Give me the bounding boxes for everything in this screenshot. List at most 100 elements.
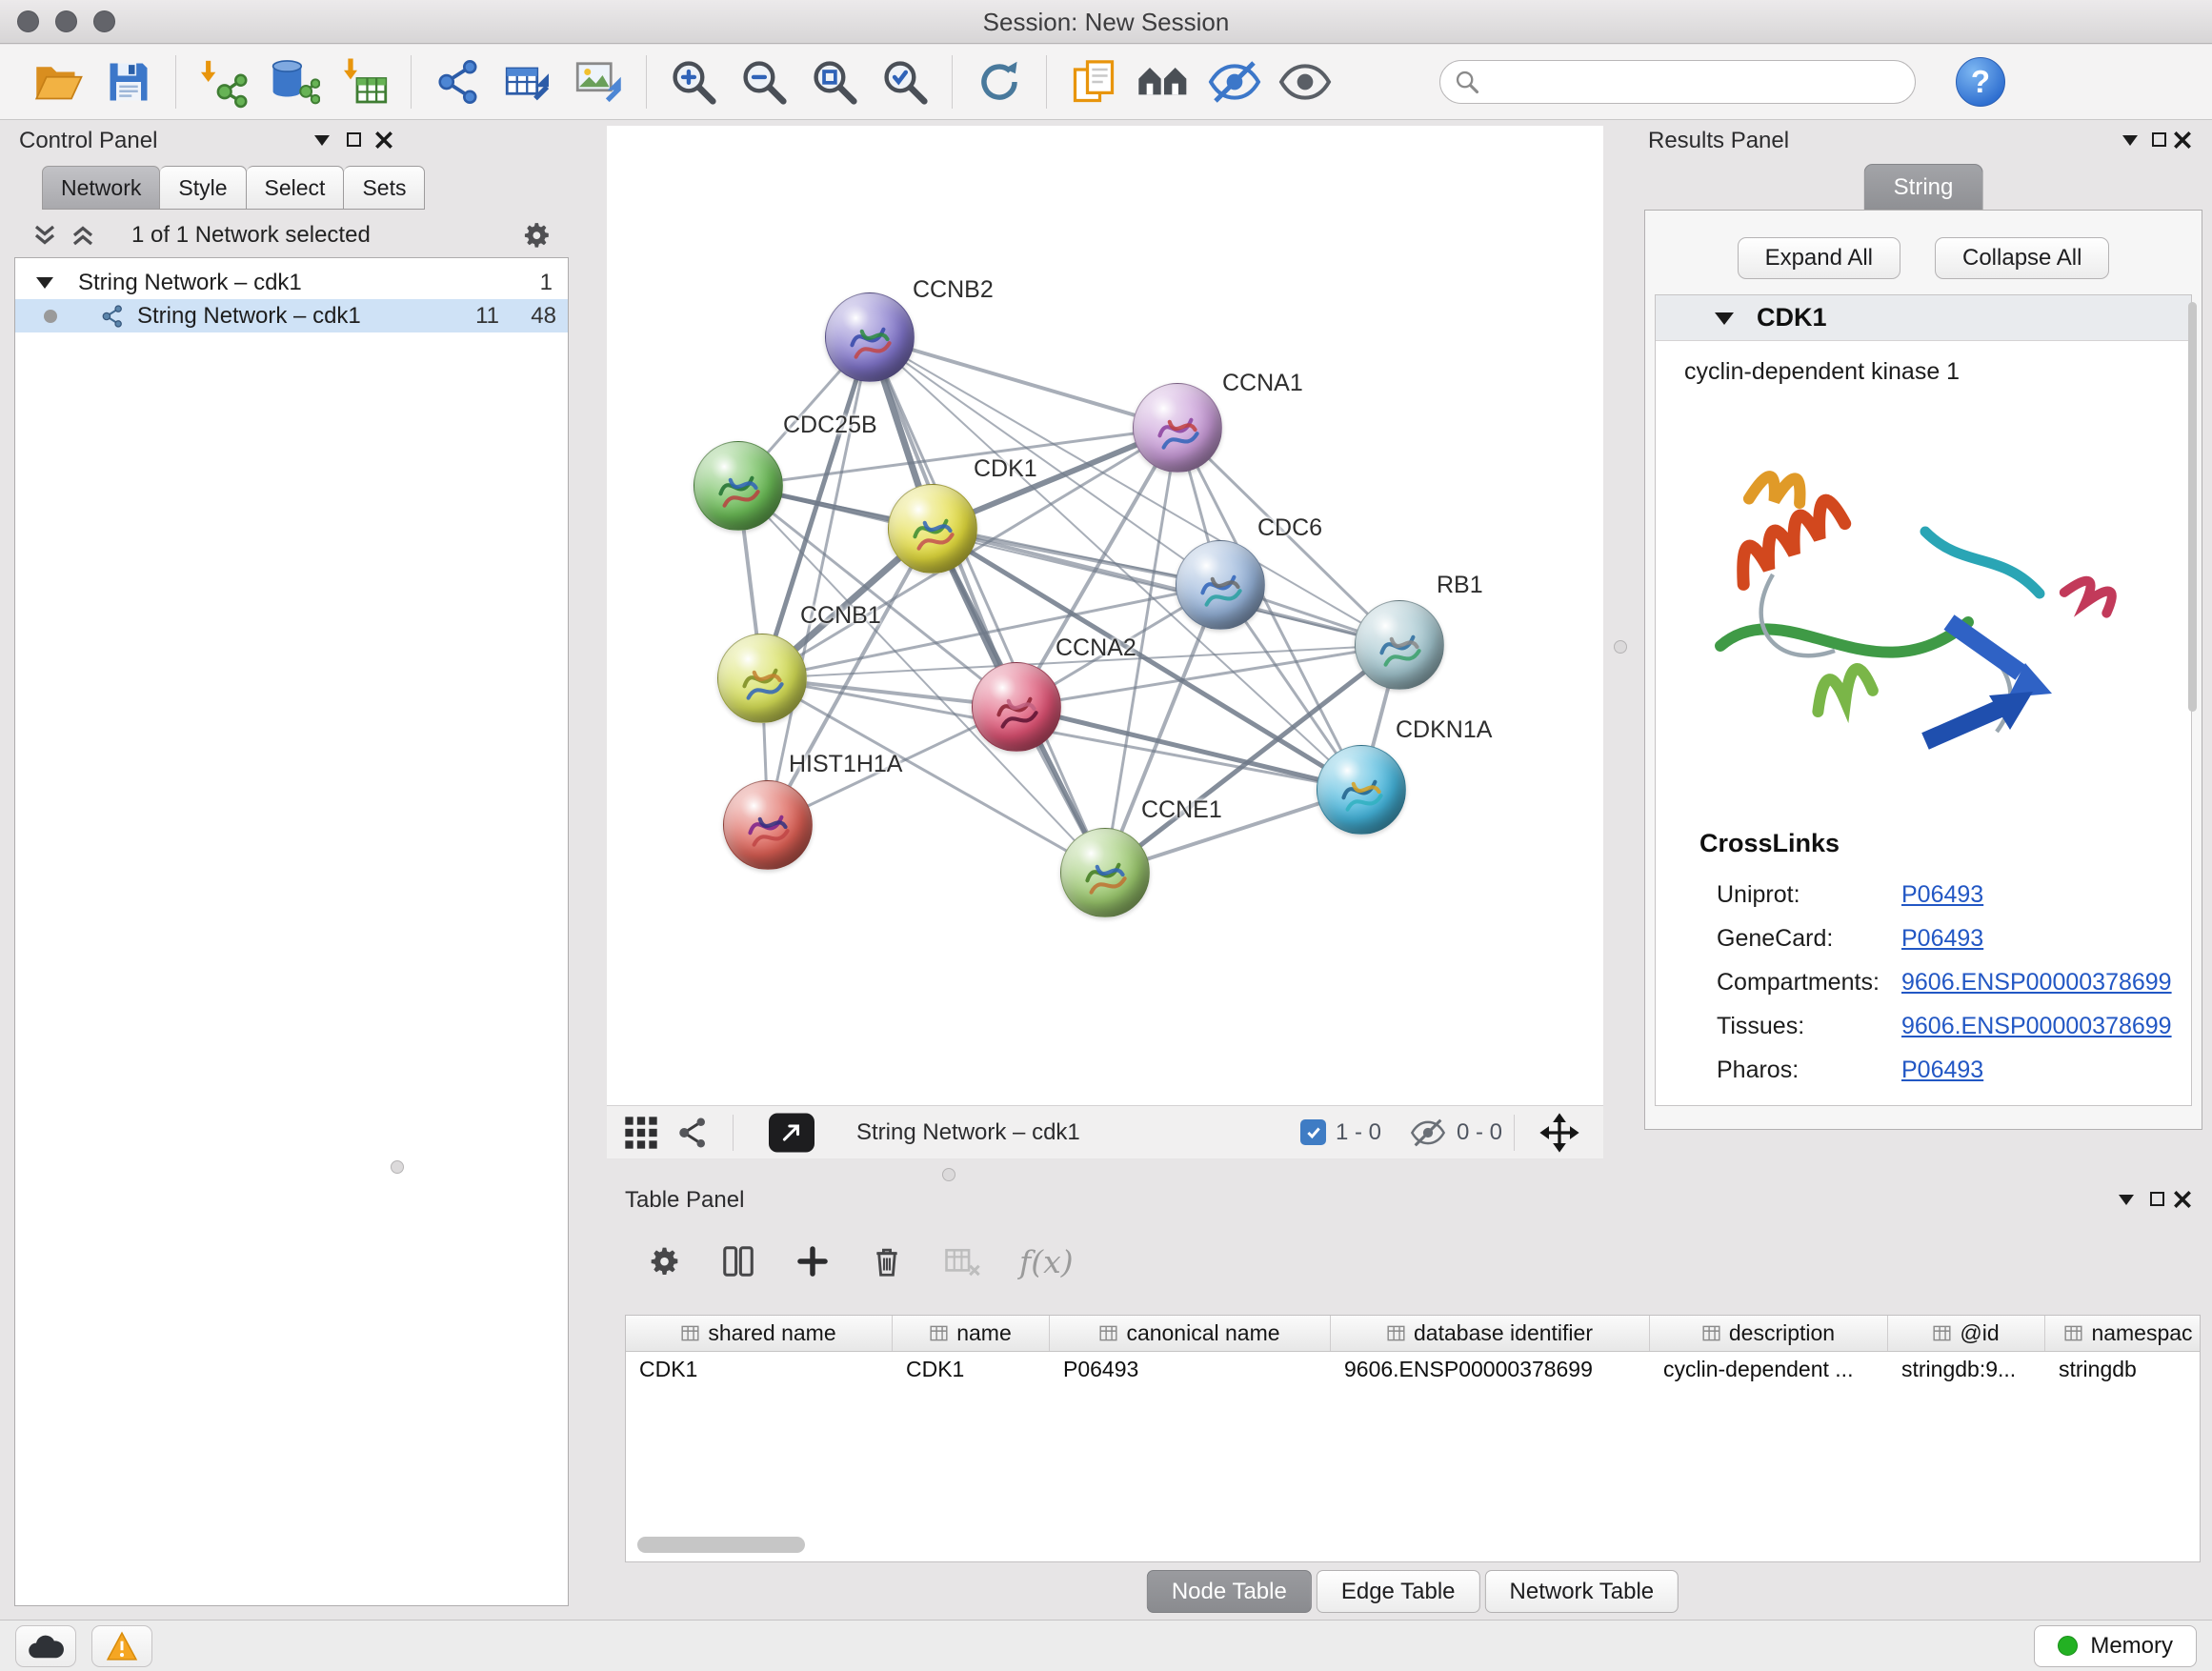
tab-node-table[interactable]: Node Table [1147, 1570, 1312, 1613]
network-node-CCNA1[interactable] [1133, 383, 1222, 473]
delete-column-icon[interactable] [869, 1243, 905, 1279]
float-panel-button[interactable] [2150, 1192, 2164, 1206]
float-panel-button[interactable] [347, 132, 361, 147]
documents-button[interactable] [1062, 51, 1125, 112]
export-table-button[interactable] [497, 51, 560, 112]
float-panel-button[interactable] [2152, 132, 2166, 147]
network-options-gear-icon[interactable] [518, 218, 553, 252]
network-edge-CCNA2-CDKN1A[interactable] [1016, 707, 1361, 790]
import-network-file-button[interactable] [191, 51, 254, 112]
column-header-@id[interactable]: @id [1888, 1316, 2045, 1351]
crosslink-value-link[interactable]: P06493 [1901, 925, 1983, 953]
close-panel-button[interactable] [2172, 130, 2193, 151]
zoom-fit-button[interactable] [803, 51, 866, 112]
network-edge-CCNB2-CCNE1[interactable] [870, 337, 1105, 873]
center-view-button[interactable] [1538, 1112, 1580, 1154]
warnings-button[interactable] [91, 1625, 152, 1667]
splitter-knob[interactable] [942, 1168, 955, 1181]
card-expander-icon[interactable] [1715, 312, 1734, 334]
add-column-icon[interactable] [794, 1243, 831, 1279]
memory-button[interactable]: Memory [2034, 1625, 2197, 1667]
collapse-all-button[interactable]: Collapse All [1935, 237, 2109, 279]
selected-checkbox-icon[interactable] [1300, 1119, 1326, 1145]
close-panel-button[interactable] [373, 130, 394, 151]
export-image-button[interactable] [568, 51, 631, 112]
hide-selected-button[interactable] [1203, 51, 1266, 112]
zoom-out-button[interactable] [733, 51, 795, 112]
network-canvas[interactable]: CCNB2CCNA1CDC25BCDK1CDC6RB1CCNB1CCNA2CDK… [607, 126, 1603, 1105]
panel-menu-icon[interactable] [314, 135, 330, 153]
open-in-window-button[interactable] [769, 1113, 814, 1152]
panel-menu-icon[interactable] [2119, 1195, 2134, 1213]
function-builder-button[interactable]: f(x) [1019, 1243, 1074, 1280]
tab-style[interactable]: Style [160, 166, 246, 210]
export-network-button[interactable] [427, 51, 490, 112]
gene-card-header[interactable]: CDK1 [1656, 295, 2191, 341]
tab-edge-table[interactable]: Edge Table [1317, 1570, 1480, 1613]
open-session-button[interactable] [27, 51, 90, 112]
show-all-button[interactable] [1274, 51, 1337, 112]
two-houses-button[interactable] [1133, 51, 1196, 112]
network-node-CCNA2[interactable] [972, 662, 1061, 752]
tab-network[interactable]: Network [42, 166, 160, 210]
search-input[interactable] [1490, 69, 1901, 95]
column-header-label: canonical name [1126, 1320, 1279, 1346]
network-node-CDC6[interactable] [1176, 540, 1265, 630]
share-nodes-icon [674, 1114, 712, 1152]
network-edge-CCNB2-CCNA1[interactable] [870, 337, 1177, 428]
crosslink-value-link[interactable]: 9606.ENSP00000378699 [1901, 969, 2172, 997]
network-node-CCNB2[interactable] [825, 292, 915, 382]
save-session-button[interactable] [97, 51, 160, 112]
crosslink-value-link[interactable]: 9606.ENSP00000378699 [1901, 1013, 2172, 1040]
results-scrollbar[interactable] [2188, 302, 2197, 712]
tab-network-table[interactable]: Network Table [1485, 1570, 1679, 1613]
network-node-CDKN1A[interactable] [1317, 745, 1406, 835]
collapse-all-icon[interactable] [30, 221, 59, 250]
grid-view-button[interactable] [622, 1114, 660, 1152]
show-columns-icon[interactable] [720, 1243, 756, 1279]
table-options-gear-icon[interactable] [644, 1242, 682, 1280]
network-overview-button[interactable] [674, 1114, 712, 1152]
column-header-canonical-name[interactable]: canonical name [1050, 1316, 1331, 1351]
network-node-CCNB1[interactable] [717, 634, 807, 723]
help-button[interactable]: ? [1956, 57, 2005, 107]
network-node-CDC25B[interactable] [694, 441, 783, 531]
crosslink-value-link[interactable]: P06493 [1901, 1057, 1983, 1084]
tab-select[interactable]: Select [247, 166, 345, 210]
import-network-database-button[interactable] [262, 51, 325, 112]
protein-ribbon-thumbnail [1330, 758, 1393, 821]
network-row-selected[interactable]: String Network – cdk1 11 48 [15, 299, 568, 332]
network-node-CDK1[interactable] [888, 484, 977, 574]
splitter-knob[interactable] [391, 1160, 404, 1174]
close-panel-button[interactable] [2172, 1189, 2193, 1210]
question-mark-icon: ? [1971, 64, 1990, 100]
expand-all-icon[interactable] [69, 221, 97, 250]
tree-expander-icon[interactable] [36, 277, 53, 297]
tab-sets[interactable]: Sets [344, 166, 425, 210]
column-header-database-identifier[interactable]: database identifier [1331, 1316, 1650, 1351]
title-bar: Session: New Session [0, 0, 2212, 44]
tab-string[interactable]: String [1864, 164, 1983, 210]
column-header-description[interactable]: description [1650, 1316, 1888, 1351]
crosslink-value-link[interactable]: P06493 [1901, 881, 1983, 909]
column-header-name[interactable]: name [893, 1316, 1050, 1351]
import-table-button[interactable] [332, 51, 395, 112]
panel-menu-icon[interactable] [2122, 135, 2138, 153]
column-header-namespac[interactable]: namespac [2045, 1316, 2201, 1351]
two-houses-icon [1136, 56, 1193, 108]
column-header-shared-name[interactable]: shared name [626, 1316, 893, 1351]
apply-layout-button[interactable] [968, 51, 1031, 112]
splitter-knob[interactable] [1614, 640, 1627, 654]
network-node-HIST1H1A[interactable] [723, 780, 813, 870]
network-collection-row[interactable]: String Network – cdk1 1 [15, 266, 568, 299]
toolbar-separator [411, 55, 412, 109]
zoom-selected-button[interactable] [874, 51, 936, 112]
table-horizontal-scrollbar[interactable] [637, 1537, 805, 1553]
network-node-CCNE1[interactable] [1060, 828, 1150, 917]
table-row[interactable]: CDK1CDK1P064939606.ENSP00000378699cyclin… [626, 1352, 2200, 1387]
expand-all-button[interactable]: Expand All [1738, 237, 1900, 279]
zoom-in-button[interactable] [662, 51, 725, 112]
network-selected-status: 1 of 1 Network selected [131, 222, 371, 249]
network-node-RB1[interactable] [1355, 600, 1444, 690]
cloud-status-button[interactable] [15, 1625, 76, 1667]
